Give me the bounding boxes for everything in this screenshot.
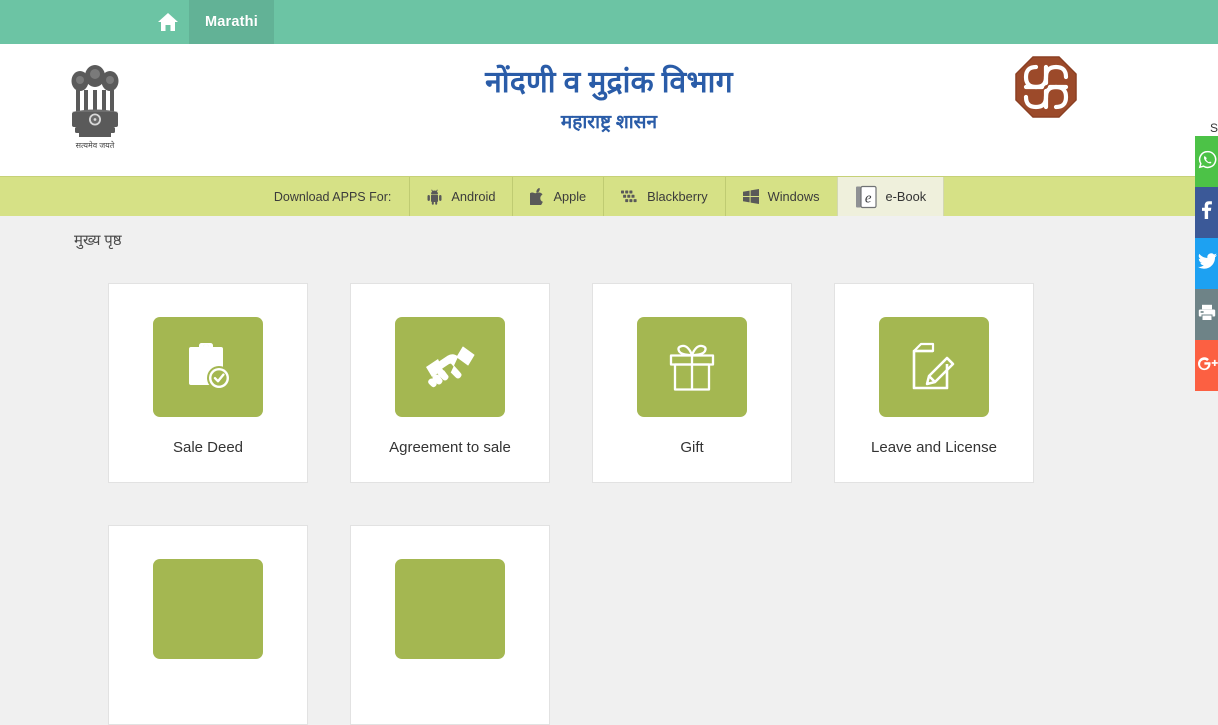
- app-link-ebook[interactable]: e e-Book: [836, 177, 945, 216]
- handshake-icon: [395, 317, 505, 417]
- placeholder-icon: [395, 559, 505, 659]
- service-card-label: Sale Deed: [172, 439, 244, 456]
- service-card-sale-deed[interactable]: Sale Deed: [108, 283, 308, 483]
- service-card-grid: Sale Deed Agreement to sale Gift Leave a…: [108, 283, 1108, 725]
- language-label: Marathi: [205, 14, 258, 30]
- app-label-ebook: e-Book: [885, 189, 927, 204]
- whatsapp-icon: [1198, 150, 1217, 174]
- windows-icon: [742, 189, 759, 204]
- app-label-windows: Windows: [767, 189, 820, 204]
- ebook-icon: e: [855, 185, 877, 209]
- site-header: सत्यमेव जयते नोंदणी व मुद्रांक विभाग महा…: [0, 44, 1218, 176]
- app-link-apple[interactable]: Apple: [512, 177, 603, 216]
- twitter-icon: [1198, 252, 1217, 275]
- home-icon: [157, 12, 179, 32]
- app-link-blackberry[interactable]: Blackberry: [603, 177, 724, 216]
- breadcrumb: मुख्य पृष्ठ: [0, 216, 1218, 262]
- service-card-label: Gift: [680, 439, 704, 456]
- app-label-blackberry: Blackberry: [647, 189, 708, 204]
- social-button-print[interactable]: [1195, 289, 1218, 340]
- top-bar: Marathi: [0, 0, 1218, 44]
- app-link-android[interactable]: Android: [409, 177, 512, 216]
- placeholder-icon: [153, 559, 263, 659]
- blackberry-icon: [621, 190, 638, 203]
- social-button-twitter[interactable]: [1195, 238, 1218, 289]
- gift-box-icon: [637, 317, 747, 417]
- clipboard-check-icon: [153, 317, 263, 417]
- google-plus-icon: [1198, 356, 1218, 376]
- social-button-google-plus[interactable]: [1195, 340, 1218, 391]
- app-link-windows[interactable]: Windows: [724, 177, 837, 216]
- social-share-label: S: [1209, 122, 1218, 135]
- language-toggle-marathi[interactable]: Marathi: [189, 0, 274, 44]
- home-button[interactable]: [147, 0, 189, 44]
- emblem-motto: सत्यमेव जयते: [76, 140, 115, 150]
- topbar-tail: [274, 0, 1218, 44]
- service-card-label: Agreement to sale: [389, 439, 511, 456]
- service-card-agreement-to-sale[interactable]: Agreement to sale: [350, 283, 550, 483]
- apps-inner: Download APPS For: Android Apple Blackbe…: [273, 177, 945, 216]
- service-card-gift[interactable]: Gift: [592, 283, 792, 483]
- social-button-whatsapp[interactable]: [1195, 136, 1218, 187]
- print-icon: [1198, 304, 1216, 326]
- download-apps-bar: Download APPS For: Android Apple Blackbe…: [0, 176, 1218, 216]
- download-apps-label: Download APPS For:: [273, 189, 392, 204]
- service-card-row2-item1[interactable]: [108, 525, 308, 725]
- service-card-label: Leave and License: [871, 439, 997, 456]
- svg-text:e: e: [864, 190, 871, 206]
- app-label-apple: Apple: [553, 189, 587, 204]
- breadcrumb-home-link[interactable]: मुख्य पृष्ठ: [74, 230, 122, 250]
- app-label-android: Android: [451, 189, 496, 204]
- apple-icon: [530, 188, 544, 205]
- android-icon: [427, 189, 442, 205]
- service-card-row2-item2[interactable]: [350, 525, 550, 725]
- social-button-facebook[interactable]: [1195, 187, 1218, 238]
- facebook-icon: [1198, 201, 1215, 224]
- igr-maharashtra-logo-icon[interactable]: [1014, 55, 1078, 119]
- social-share-rail: S: [1195, 122, 1218, 391]
- service-card-leave-and-license[interactable]: Leave and License: [834, 283, 1034, 483]
- document-pencil-icon: [879, 317, 989, 417]
